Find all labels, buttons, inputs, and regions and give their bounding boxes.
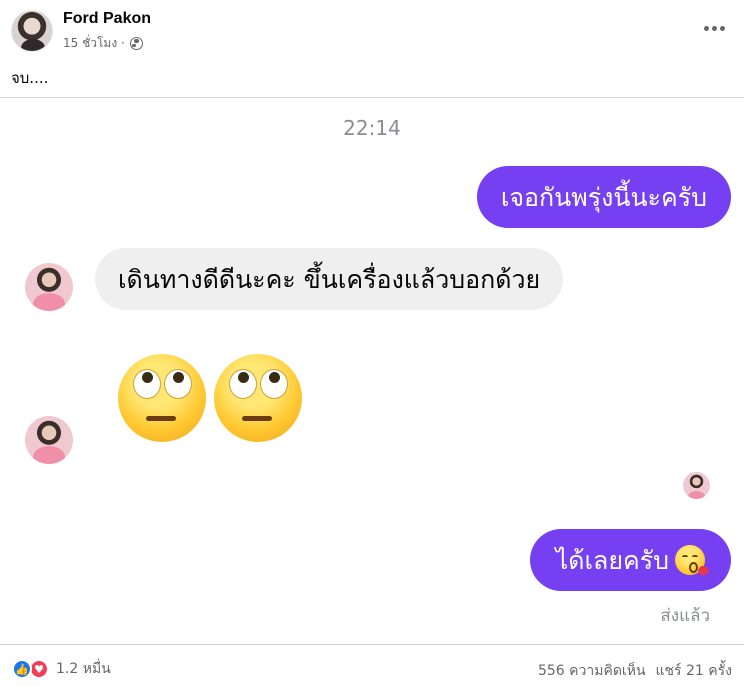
- more-options-button[interactable]: [700, 18, 728, 38]
- post-header: Ford Pakon 15 ชั่วโมง ·: [0, 0, 744, 60]
- kissing-face-emoji-icon: [675, 545, 705, 575]
- message-text: เจอกันพรุ่งนี้นะครับ: [500, 182, 707, 212]
- chat-timestamp: 22:14: [343, 116, 401, 140]
- message-bubble-outgoing: ได้เลยครับ: [529, 529, 731, 591]
- post-text: จบ....: [11, 69, 49, 87]
- author-avatar[interactable]: [11, 10, 53, 52]
- message-bubble-outgoing: เจอกันพรุ่งนี้นะครับ: [476, 166, 731, 228]
- post-meta: 15 ชั่วโมง ·: [63, 34, 143, 53]
- read-receipt-avatar: [683, 472, 710, 499]
- author-name[interactable]: Ford Pakon: [63, 10, 151, 28]
- dot-icon: [703, 25, 709, 31]
- sent-status: ส่งแล้ว: [660, 606, 710, 626]
- globe-icon[interactable]: [129, 37, 143, 50]
- message-text: เดินทางดีดีนะคะ ขึ้นเครื่องแล้วบอกด้วย: [118, 264, 541, 294]
- contact-avatar: [25, 416, 73, 464]
- chat-screenshot-image[interactable]: 22:14 เจอกันพรุ่งนี้นะครับ เดินทางดีดีนะ…: [0, 97, 744, 645]
- dot-icon: [719, 25, 725, 31]
- message-text: ได้เลยครับ: [555, 545, 669, 575]
- post-time[interactable]: 15 ชั่วโมง ·: [63, 34, 125, 53]
- share-count[interactable]: แชร์ 21 ครั้ง: [656, 660, 732, 682]
- love-icon: ♥: [29, 659, 49, 679]
- post-footer: 👍 ♥ 1.2 หมื่น 556 ความคิดเห็น แชร์ 21 คร…: [0, 652, 744, 684]
- eye-roll-emoji-icon: [214, 354, 302, 442]
- comment-count[interactable]: 556 ความคิดเห็น: [538, 660, 646, 682]
- like-icon: 👍: [12, 659, 32, 679]
- dot-icon: [711, 25, 717, 31]
- message-bubble-incoming: เดินทางดีดีนะคะ ขึ้นเครื่องแล้วบอกด้วย: [95, 248, 564, 310]
- engagement-stats: 556 ความคิดเห็น แชร์ 21 ครั้ง: [538, 660, 732, 682]
- reactions-summary[interactable]: 👍 ♥ 1.2 หมื่น: [12, 658, 111, 680]
- emoji-message: [118, 354, 302, 442]
- contact-avatar: [25, 263, 73, 311]
- reaction-count[interactable]: 1.2 หมื่น: [56, 658, 111, 680]
- eye-roll-emoji-icon: [118, 354, 206, 442]
